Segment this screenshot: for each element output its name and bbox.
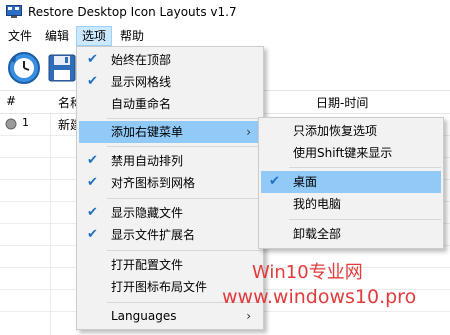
menu-bar: 文件 编辑 选项 帮助 bbox=[0, 26, 450, 46]
watermark-line2: www.windows10.pro bbox=[222, 286, 417, 308]
checkmark-icon: ✔ bbox=[269, 174, 280, 189]
save-floppy-icon[interactable] bbox=[44, 50, 80, 86]
row-index: 1 bbox=[22, 116, 29, 129]
row-status-icon bbox=[5, 118, 17, 130]
submenu-item-desktop[interactable]: ✔ 桌面 bbox=[261, 171, 441, 193]
checkmark-icon: ✔ bbox=[87, 153, 98, 168]
submenu-item-my-computer[interactable]: 我的电脑 bbox=[261, 193, 441, 215]
menu-item-show-extensions[interactable]: ✔ 显示文件扩展名 bbox=[79, 224, 261, 246]
submenu-item-shift-key[interactable]: 使用Shift键来显示 bbox=[261, 142, 441, 164]
checkmark-icon: ✔ bbox=[87, 175, 98, 190]
checkmark-icon: ✔ bbox=[87, 74, 98, 89]
submenu-item-restore-only[interactable]: 只添加恢复选项 bbox=[261, 120, 441, 142]
menu-file[interactable]: 文件 bbox=[3, 26, 37, 46]
menu-separator bbox=[289, 167, 441, 168]
menu-item-auto-rename[interactable]: 自动重命名 bbox=[79, 93, 261, 115]
menu-item-show-hidden-files[interactable]: ✔ 显示隐藏文件 bbox=[79, 202, 261, 224]
menu-item-languages[interactable]: Languages › bbox=[79, 305, 261, 327]
menu-item-show-gridlines[interactable]: ✔ 显示网格线 bbox=[79, 71, 261, 93]
chevron-right-icon: › bbox=[246, 125, 251, 139]
chevron-right-icon: › bbox=[246, 309, 251, 323]
menu-separator bbox=[107, 146, 261, 147]
checkmark-icon: ✔ bbox=[87, 52, 98, 67]
menu-edit[interactable]: 编辑 bbox=[40, 26, 74, 46]
menu-separator bbox=[107, 198, 261, 199]
menu-item-add-context-menu[interactable]: 添加右键菜单 › bbox=[79, 121, 261, 143]
menu-item-always-on-top[interactable]: ✔ 始终在顶部 bbox=[79, 49, 261, 71]
menu-separator bbox=[107, 250, 261, 251]
title-bar: Restore Desktop Icon Layouts v1.7 bbox=[0, 0, 450, 26]
menu-separator bbox=[289, 219, 441, 220]
menu-options[interactable]: 选项 bbox=[76, 26, 113, 46]
checkmark-icon: ✔ bbox=[87, 205, 98, 220]
window-title: Restore Desktop Icon Layouts v1.7 bbox=[28, 5, 237, 19]
submenu-item-uninstall-all[interactable]: 卸载全部 bbox=[261, 223, 441, 245]
menu-item-open-config[interactable]: 打开配置文件 bbox=[79, 254, 261, 276]
checkmark-icon: ✔ bbox=[87, 227, 98, 242]
app-icon bbox=[6, 5, 22, 18]
col-index-header[interactable]: # bbox=[6, 94, 16, 108]
menu-item-disable-auto-arrange[interactable]: ✔ 禁用自动排列 bbox=[79, 150, 261, 172]
restore-clock-icon[interactable] bbox=[6, 50, 42, 86]
context-submenu: 只添加恢复选项 使用Shift键来显示 ✔ 桌面 我的电脑 卸载全部 bbox=[258, 117, 444, 249]
col-datetime-header[interactable]: 日期-时间 bbox=[316, 94, 368, 111]
menu-help[interactable]: 帮助 bbox=[115, 26, 149, 46]
menu-separator bbox=[107, 118, 261, 119]
watermark-line1: Win10专业网 bbox=[252, 262, 363, 283]
menu-item-align-to-grid[interactable]: ✔ 对齐图标到网格 bbox=[79, 172, 261, 194]
